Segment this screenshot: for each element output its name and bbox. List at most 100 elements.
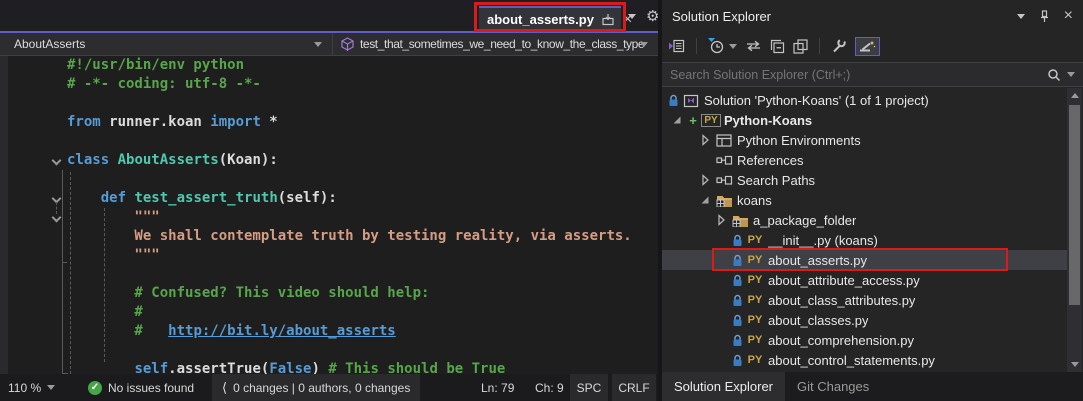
sync-with-active-document-icon[interactable] — [745, 40, 762, 52]
preview-selected-items-icon[interactable] — [855, 36, 880, 56]
panel-tab-git-changes[interactable]: Git Changes — [785, 372, 881, 401]
pin-icon[interactable] — [1038, 9, 1051, 23]
show-all-files-icon[interactable] — [793, 38, 808, 54]
tree-item-a-package-folder[interactable]: a_package_folder — [662, 210, 1067, 230]
code-line[interactable]: self.assertTrue(False) # This should be … — [0, 360, 658, 374]
code-line[interactable]: def test_assert_truth(self): — [0, 189, 658, 208]
document-tab-about-asserts[interactable]: about_asserts.py × — [479, 6, 632, 31]
tree-item-label: about_asserts.py — [768, 252, 868, 268]
tree-scrollbar[interactable] — [1067, 88, 1082, 372]
changes-label: 0 changes | 0 authors, 0 changes — [233, 380, 411, 395]
spaces-indicator[interactable]: SPC — [570, 374, 608, 401]
solution-explorer-panel: Solution Explorer × Solution 'Python-Koa… — [662, 0, 1083, 401]
tree-item-koans[interactable]: koans — [662, 190, 1067, 210]
tree-item-about-attribute-access-py[interactable]: PY about_attribute_access.py — [662, 270, 1067, 290]
search-options-dropdown-icon[interactable] — [1067, 72, 1075, 77]
tree-item-solution-python-koans-1-of-1-project[interactable]: Solution 'Python-Koans' (1 of 1 project) — [662, 90, 1067, 110]
collapse-all-icon[interactable] — [770, 39, 785, 54]
tree-item-about-asserts-py[interactable]: PY about_asserts.py — [662, 250, 1067, 270]
expander-closed-icon[interactable] — [698, 133, 712, 147]
code-token: # Confused? This video should help: — [67, 285, 430, 301]
code-editor[interactable]: #!/usr/bin/env python # -*- coding: utf-8… — [0, 56, 658, 374]
expander-closed-icon[interactable] — [714, 213, 728, 227]
code-link[interactable]: http://bit.ly/about_asserts — [168, 323, 396, 339]
search-icon[interactable] — [1047, 68, 1061, 82]
code-line[interactable]: from runner.koan import * — [0, 113, 658, 132]
tree-item-search-paths[interactable]: Search Paths — [662, 170, 1067, 190]
close-icon[interactable]: × — [1064, 8, 1073, 24]
code-line[interactable]: # -*- coding: utf-8 -*- — [0, 75, 658, 94]
panel-title: Solution Explorer — [672, 8, 771, 24]
pending-changes-filter-icon[interactable] — [708, 38, 737, 54]
scrollbar-thumb[interactable] — [1069, 105, 1080, 305]
tree-item-about-class-attributes-py[interactable]: PY about_class_attributes.py — [662, 290, 1067, 310]
code-line[interactable]: # http://bit.ly/about_asserts — [0, 322, 658, 341]
keep-open-icon[interactable] — [602, 13, 615, 26]
code-token: ) — [311, 361, 329, 374]
line-indicator[interactable]: Ln: 79 — [481, 374, 514, 401]
type-dropdown[interactable]: AboutAsserts — [0, 33, 333, 55]
issues-status[interactable]: ✓ No issues found — [88, 374, 194, 401]
member-dropdown[interactable]: test_that_sometimes_we_need_to_know_the_… — [333, 33, 658, 55]
properties-icon[interactable] — [831, 38, 847, 54]
chevron-left-icon: ⟨ — [222, 379, 228, 395]
open-documents-dropdown-icon[interactable] — [628, 14, 636, 19]
zoom-selector[interactable]: 110 % — [8, 374, 56, 401]
scroll-up-icon[interactable] — [1067, 88, 1082, 103]
fold-collapse-icon[interactable] — [51, 212, 62, 223]
chevron-down-icon — [640, 41, 648, 47]
panel-title-bar[interactable]: Solution Explorer × — [662, 0, 1083, 32]
code-line[interactable]: """ — [0, 208, 658, 227]
code-line[interactable]: We shall contemplate truth by testing re… — [0, 227, 658, 246]
expander-closed-icon[interactable] — [698, 173, 712, 187]
code-line[interactable]: # Confused? This video should help: — [0, 284, 658, 303]
switch-views-icon[interactable] — [668, 39, 685, 53]
scroll-down-icon[interactable] — [1067, 357, 1082, 372]
fold-collapse-icon[interactable] — [51, 155, 62, 166]
code-token: test_assert_truth — [134, 190, 278, 206]
code-token: class — [67, 152, 110, 168]
vs-window: about_asserts.py × ⚙ AboutAsserts test_t… — [0, 0, 1083, 401]
python-file-icon: PY — [747, 234, 763, 246]
tree-item-about-classes-py[interactable]: PY about_classes.py — [662, 310, 1067, 330]
code-line[interactable]: # — [0, 303, 658, 322]
code-line[interactable]: class AboutAsserts(Koan): — [0, 151, 658, 170]
code-line[interactable] — [0, 265, 658, 284]
search-input[interactable] — [670, 67, 1047, 82]
tree-item-label: Python Environments — [737, 132, 861, 148]
tree-item-init-py-koans[interactable]: PY __init__.py (koans) — [662, 230, 1067, 250]
document-tab-strip: about_asserts.py × ⚙ — [0, 0, 659, 33]
column-indicator[interactable]: Ch: 9 — [535, 374, 564, 401]
code-token: False — [269, 361, 312, 374]
tree-item-label: about_comprehension.py — [768, 332, 914, 348]
window-position-icon[interactable] — [1016, 13, 1025, 19]
code-token: def — [100, 190, 127, 206]
code-line[interactable]: #!/usr/bin/env python — [0, 56, 658, 75]
expander-open-icon[interactable] — [670, 113, 684, 127]
lock-icon — [730, 234, 744, 247]
tree-item-references[interactable]: References — [662, 150, 1067, 170]
tree-item-python-environments[interactable]: Python Environments — [662, 130, 1067, 150]
tab-aux-controls: ⚙ — [628, 0, 659, 33]
search-box[interactable] — [662, 62, 1083, 87]
codelens-changes[interactable]: ⟨ 0 changes | 0 authors, 0 changes — [212, 374, 421, 401]
panel-tab-solution-explorer[interactable]: Solution Explorer — [662, 372, 785, 401]
code-line[interactable]: """ — [0, 246, 658, 265]
code-line[interactable] — [0, 132, 658, 151]
code-line[interactable] — [0, 341, 658, 360]
tree-item-python-koans[interactable]: + PY Python-Koans — [662, 110, 1067, 130]
editor-options-gear-icon[interactable]: ⚙ — [646, 9, 659, 24]
expander-open-icon[interactable] — [698, 193, 712, 207]
code-token: import — [210, 114, 261, 130]
code-line[interactable] — [0, 170, 658, 189]
package-folder-icon — [730, 214, 750, 227]
fold-collapse-icon[interactable] — [51, 193, 62, 204]
code-line[interactable] — [0, 94, 658, 113]
tree-item-about-comprehension-py[interactable]: PY about_comprehension.py — [662, 330, 1067, 350]
eol-indicator[interactable]: CRLF — [612, 374, 656, 401]
lock-icon — [730, 334, 744, 347]
tree-item-about-control-statements-py[interactable]: PY about_control_statements.py — [662, 350, 1067, 370]
test-method-cube-icon — [341, 37, 354, 51]
tree-item-label: koans — [737, 192, 772, 208]
